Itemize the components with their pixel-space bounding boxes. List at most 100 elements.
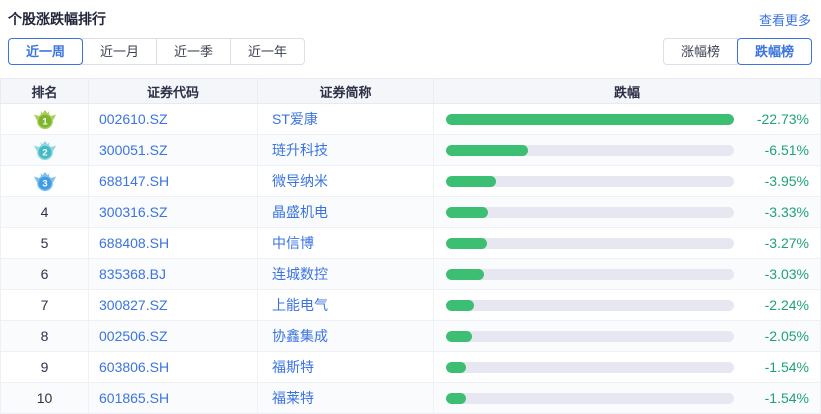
change-percent-label: -2.24% xyxy=(734,297,820,313)
period-tabs: 近一周近一月近一季近一年 xyxy=(8,38,305,65)
rank-cell: 3 xyxy=(1,166,89,196)
rank-cell: 1 xyxy=(1,104,89,134)
stock-name-link[interactable]: 连城数控 xyxy=(258,259,434,289)
table-row[interactable]: 5688408.SH中信博 -3.27% xyxy=(1,228,820,259)
stock-name-link[interactable]: 福莱特 xyxy=(258,383,434,413)
change-bar-track xyxy=(446,300,734,311)
rank-cell: 6 xyxy=(1,259,89,289)
stock-name-link[interactable]: 上能电气 xyxy=(258,290,434,320)
change-percent-label: -3.27% xyxy=(734,235,820,251)
stock-code-link[interactable]: 601865.SH xyxy=(89,383,258,413)
stock-code-link[interactable]: 688408.SH xyxy=(89,228,258,258)
stock-name-link[interactable]: 琏升科技 xyxy=(258,135,434,165)
change-bar-fill xyxy=(446,300,474,311)
change-bar-cell: -22.73% xyxy=(434,104,820,134)
stock-code-link[interactable]: 688147.SH xyxy=(89,166,258,196)
change-bar-track xyxy=(446,176,734,187)
rank-cell: 10 xyxy=(1,383,89,413)
change-percent-label: -6.51% xyxy=(734,142,820,158)
widget-header: 个股涨跌幅排行 查看更多 xyxy=(0,0,821,29)
change-bar-fill xyxy=(446,331,472,342)
change-bar-cell: -6.51% xyxy=(434,135,820,165)
table-row[interactable]: 6835368.BJ连城数控 -3.03% xyxy=(1,259,820,290)
change-percent-label: -22.73% xyxy=(734,111,820,127)
stock-code-link[interactable]: 300827.SZ xyxy=(89,290,258,320)
rank-medal-icon: 1 xyxy=(33,109,57,130)
stock-code-link[interactable]: 002610.SZ xyxy=(89,104,258,134)
rank-cell: 9 xyxy=(1,352,89,382)
svg-text:3: 3 xyxy=(42,178,47,189)
column-header-1: 证券代码 xyxy=(89,79,258,103)
svg-text:2: 2 xyxy=(42,147,47,158)
stock-code-link[interactable]: 300316.SZ xyxy=(89,197,258,227)
change-percent-label: -2.05% xyxy=(734,328,820,344)
change-bar-fill xyxy=(446,176,496,187)
change-bar-cell: -3.33% xyxy=(434,197,820,227)
ranking-table: 排名证券代码证券简称跌幅 1 002610.SZST爱康 -22.73% 2 30005… xyxy=(0,78,821,414)
change-bar-cell: -1.54% xyxy=(434,383,820,413)
table-row[interactable]: 8002506.SZ协鑫集成 -2.05% xyxy=(1,321,820,352)
rank-medal-icon: 3 xyxy=(33,171,57,192)
table-body: 1 002610.SZST爱康 -22.73% 2 300051.SZ琏升科技 -6.51… xyxy=(0,104,821,414)
board-toggle-tab-1[interactable]: 跌幅榜 xyxy=(737,38,812,65)
change-bar-cell: -2.24% xyxy=(434,290,820,320)
change-percent-label: -3.95% xyxy=(734,173,820,189)
change-percent-label: -1.54% xyxy=(734,359,820,375)
stock-name-link[interactable]: 中信博 xyxy=(258,228,434,258)
change-bar-fill xyxy=(446,269,484,280)
stock-code-link[interactable]: 835368.BJ xyxy=(89,259,258,289)
table-row[interactable]: 9603806.SH福斯特 -1.54% xyxy=(1,352,820,383)
stock-code-link[interactable]: 300051.SZ xyxy=(89,135,258,165)
change-bar-fill xyxy=(446,145,528,156)
stock-name-link[interactable]: 微导纳米 xyxy=(258,166,434,196)
rank-cell: 2 xyxy=(1,135,89,165)
table-row[interactable]: 10601865.SH福莱特-1.54% xyxy=(1,383,820,414)
change-bar-cell: -3.27% xyxy=(434,228,820,258)
change-percent-label: -3.03% xyxy=(734,266,820,282)
view-more-link[interactable]: 查看更多 xyxy=(759,10,811,29)
change-bar-track xyxy=(446,393,734,404)
stock-name-link[interactable]: ST爱康 xyxy=(258,104,434,134)
change-bar-cell: -2.05% xyxy=(434,321,820,351)
stock-code-link[interactable]: 002506.SZ xyxy=(89,321,258,351)
stock-code-link[interactable]: 603806.SH xyxy=(89,352,258,382)
column-header-3: 跌幅 xyxy=(434,79,820,103)
board-toggle: 涨幅榜跌幅榜 xyxy=(663,38,812,65)
change-bar-fill xyxy=(446,114,734,125)
rank-cell: 4 xyxy=(1,197,89,227)
period-tab-2[interactable]: 近一季 xyxy=(156,38,231,65)
period-tab-0[interactable]: 近一周 xyxy=(8,38,83,65)
change-bar-cell: -3.03% xyxy=(434,259,820,289)
stock-name-link[interactable]: 晶盛机电 xyxy=(258,197,434,227)
table-row[interactable]: 2 300051.SZ琏升科技 -6.51% xyxy=(1,135,820,166)
change-bar-cell: -1.54% xyxy=(434,352,820,382)
rank-cell: 5 xyxy=(1,228,89,258)
rank-cell: 7 xyxy=(1,290,89,320)
change-bar-track xyxy=(446,114,734,125)
change-bar-fill xyxy=(446,362,466,373)
page-title: 个股涨跌幅排行 xyxy=(8,9,106,29)
rank-medal-icon: 2 xyxy=(33,140,57,161)
stock-name-link[interactable]: 协鑫集成 xyxy=(258,321,434,351)
table-header-row: 排名证券代码证券简称跌幅 xyxy=(0,78,821,104)
change-bar-track xyxy=(446,207,734,218)
rank-cell: 8 xyxy=(1,321,89,351)
period-tab-1[interactable]: 近一月 xyxy=(82,38,157,65)
svg-text:1: 1 xyxy=(42,116,48,127)
change-bar-cell: -3.95% xyxy=(434,166,820,196)
table-row[interactable]: 3 688147.SH微导纳米 -3.95% xyxy=(1,166,820,197)
change-bar-track xyxy=(446,362,734,373)
change-bar-track xyxy=(446,331,734,342)
change-bar-fill xyxy=(446,207,488,218)
change-percent-label: -3.33% xyxy=(734,204,820,220)
stock-name-link[interactable]: 福斯特 xyxy=(258,352,434,382)
change-bar-fill xyxy=(446,393,466,404)
table-row[interactable]: 4300316.SZ晶盛机电 -3.33% xyxy=(1,197,820,228)
column-header-2: 证券简称 xyxy=(258,79,434,103)
table-row[interactable]: 1 002610.SZST爱康 -22.73% xyxy=(1,104,820,135)
table-row[interactable]: 7300827.SZ上能电气 -2.24% xyxy=(1,290,820,321)
board-toggle-tab-0[interactable]: 涨幅榜 xyxy=(663,38,738,65)
stock-ranking-widget: 个股涨跌幅排行 查看更多 近一周近一月近一季近一年 涨幅榜跌幅榜 排名证券代码证… xyxy=(0,0,821,413)
period-tab-3[interactable]: 近一年 xyxy=(230,38,305,65)
change-bar-track xyxy=(446,269,734,280)
